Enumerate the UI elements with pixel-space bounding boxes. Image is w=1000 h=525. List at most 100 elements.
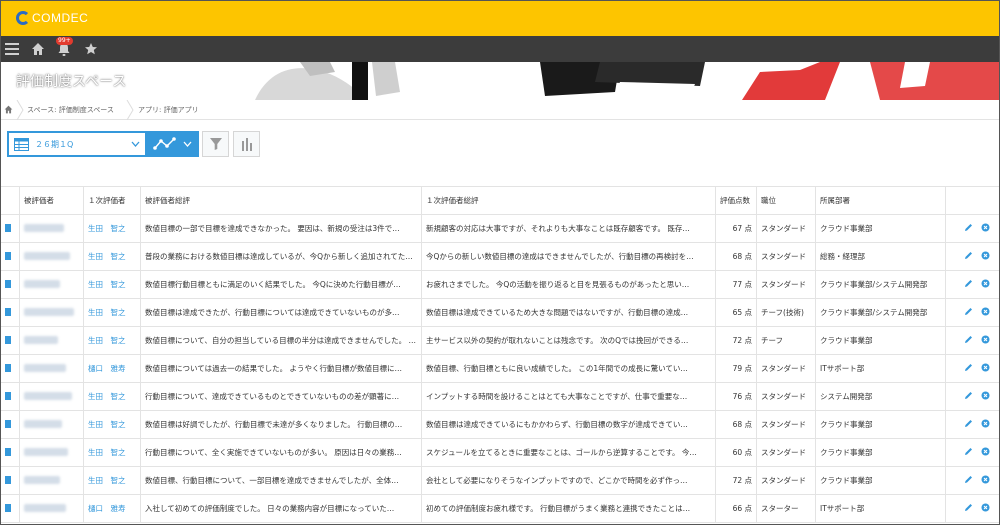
evaluator-cell[interactable]: 樋口 雅寿 [83, 494, 141, 523]
record-link-cell[interactable] [0, 298, 20, 327]
position-cell: スタンダード [756, 466, 816, 495]
breadcrumb-app-link[interactable]: アプリ: 評価アプリ [138, 105, 199, 115]
actions-cell [945, 382, 1000, 411]
table-row[interactable]: 生田 智之 数値目標について、自分の担当している目標の半分は達成できませんでした。… [0, 326, 1000, 355]
header-position[interactable]: 職位 [756, 186, 816, 215]
evaluator-review-cell: 初めての評価制度お疲れ様です。 行動目標がうまく業務と連携できたことは… [421, 494, 716, 523]
document-icon[interactable] [5, 391, 11, 400]
pencil-icon[interactable] [964, 503, 973, 514]
document-icon[interactable] [5, 503, 11, 512]
record-link-cell[interactable] [0, 410, 20, 439]
table-row[interactable]: 生田 智之 数値目標、行動目標について、一部目標を達成できませんでしたが、全体… 会… [0, 466, 1000, 495]
record-link-cell[interactable] [0, 494, 20, 523]
chart-button[interactable] [233, 131, 260, 157]
evaluator-cell[interactable]: 生田 智之 [83, 298, 141, 327]
logo[interactable]: COMDEC [16, 10, 88, 26]
document-icon[interactable] [5, 307, 11, 316]
actions-cell [945, 494, 1000, 523]
record-link-cell[interactable] [0, 382, 20, 411]
table-row[interactable]: 生田 智之 数値目標は達成できたが、行動目標については達成できていないものが多… 数… [0, 298, 1000, 327]
header-evaluee[interactable]: 被評価者 [19, 186, 84, 215]
header-score[interactable]: 評価点数 [715, 186, 757, 215]
evaluator-cell[interactable]: 生田 智之 [83, 382, 141, 411]
view-selector[interactable]: ２６期１Q [7, 131, 147, 157]
record-link-cell[interactable] [0, 270, 20, 299]
document-icon[interactable] [5, 419, 11, 428]
pencil-icon[interactable] [964, 251, 973, 262]
department-cell: クラウド事業部/システム開発部 [815, 270, 946, 299]
remove-icon[interactable] [981, 475, 990, 486]
brand-name: COMDEC [32, 11, 89, 25]
star-icon[interactable] [84, 40, 98, 58]
document-icon[interactable] [5, 223, 11, 232]
remove-icon[interactable] [981, 335, 990, 346]
breadcrumb: スペース: 評価制度スペース アプリ: 評価アプリ [0, 100, 1000, 120]
record-link-cell[interactable] [0, 438, 20, 467]
table-row[interactable]: 樋口 雅寿 入社して初めての評価制度でした。 日々の業務内容が目標になっていた… 初… [0, 494, 1000, 523]
remove-icon[interactable] [981, 279, 990, 290]
table-row[interactable]: 樋口 雅寿 数値目標については過去一の結果でした。 ようやく行動目標が数値目標に…… [0, 354, 1000, 383]
filter-button[interactable] [202, 131, 229, 157]
evaluator-cell[interactable]: 生田 智之 [83, 438, 141, 467]
document-icon[interactable] [5, 335, 11, 344]
record-link-cell[interactable] [0, 466, 20, 495]
document-icon[interactable] [5, 251, 11, 260]
position-cell: スタンダード [756, 214, 816, 243]
remove-icon[interactable] [981, 391, 990, 402]
document-icon[interactable] [5, 363, 11, 372]
graph-menu-button[interactable] [147, 131, 199, 157]
pencil-icon[interactable] [964, 279, 973, 290]
evaluator-cell[interactable]: 生田 智之 [83, 326, 141, 355]
table-row[interactable]: 生田 智之 数値目標の一部で目標を達成できなかった。 要因は、新規の受注は3件で…… [0, 214, 1000, 243]
graph-icon [153, 137, 177, 153]
evaluator-cell[interactable]: 生田 智之 [83, 410, 141, 439]
record-link-cell[interactable] [0, 354, 20, 383]
table-row[interactable]: 生田 智之 数値目標行動目標ともに満足のいく結果でした。 今Qに決めた行動目標が…… [0, 270, 1000, 299]
record-link-cell[interactable] [0, 326, 20, 355]
remove-icon[interactable] [981, 503, 990, 514]
pencil-icon[interactable] [964, 223, 973, 234]
menu-icon[interactable] [5, 40, 19, 58]
header-self-review[interactable]: 被評価者総評 [140, 186, 422, 215]
redacted-name [24, 391, 72, 400]
remove-icon[interactable] [981, 223, 990, 234]
remove-icon[interactable] [981, 363, 990, 374]
document-icon[interactable] [5, 279, 11, 288]
remove-icon[interactable] [981, 251, 990, 262]
breadcrumb-space-link[interactable]: スペース: 評価制度スペース [27, 105, 114, 115]
table-row[interactable]: 生田 智之 行動目標について、全く実施できていないものが多い。 原因は日々の業務…… [0, 438, 1000, 467]
pencil-icon[interactable] [964, 363, 973, 374]
header-evaluator[interactable]: １次評価者 [83, 186, 141, 215]
pencil-icon[interactable] [964, 335, 973, 346]
header-evaluator-review[interactable]: １次評価者総評 [421, 186, 716, 215]
record-link-cell[interactable] [0, 214, 20, 243]
evaluator-cell[interactable]: 樋口 雅寿 [83, 354, 141, 383]
table-row[interactable]: 生田 智之 普段の業務における数値目標は達成しているが、今Qから新しく追加されてた… [0, 242, 1000, 271]
header-department[interactable]: 所属部署 [815, 186, 946, 215]
table-row[interactable]: 生田 智之 行動目標について、達成できているものとできていないものの差が顕著に… イ… [0, 382, 1000, 411]
evaluator-cell[interactable]: 生田 智之 [83, 466, 141, 495]
pencil-icon[interactable] [964, 475, 973, 486]
evaluator-review-cell: インプットする時間を設けることはとても大事なことですが、仕事で重要な… [421, 382, 716, 411]
record-link-cell[interactable] [0, 242, 20, 271]
document-icon[interactable] [5, 447, 11, 456]
home-icon[interactable] [31, 40, 45, 58]
table-row[interactable]: 生田 智之 数値目標は好調でしたが、行動目標で未達が多くなりました。 行動目標の…… [0, 410, 1000, 439]
pencil-icon[interactable] [964, 391, 973, 402]
global-navigation [0, 36, 1000, 62]
pencil-icon[interactable] [964, 307, 973, 318]
self-review-cell: 普段の業務における数値目標は達成しているが、今Qから新しく追加されてた… [140, 242, 422, 271]
pencil-icon[interactable] [964, 447, 973, 458]
breadcrumb-home-icon[interactable] [4, 105, 13, 116]
evaluator-cell[interactable]: 生田 智之 [83, 242, 141, 271]
pencil-icon[interactable] [964, 419, 973, 430]
score-cell: 68 点 [715, 410, 757, 439]
document-icon[interactable] [5, 475, 11, 484]
position-cell: チーフ [756, 326, 816, 355]
remove-icon[interactable] [981, 447, 990, 458]
score-cell: 67 点 [715, 214, 757, 243]
remove-icon[interactable] [981, 419, 990, 430]
evaluator-cell[interactable]: 生田 智之 [83, 214, 141, 243]
remove-icon[interactable] [981, 307, 990, 318]
evaluator-cell[interactable]: 生田 智之 [83, 270, 141, 299]
